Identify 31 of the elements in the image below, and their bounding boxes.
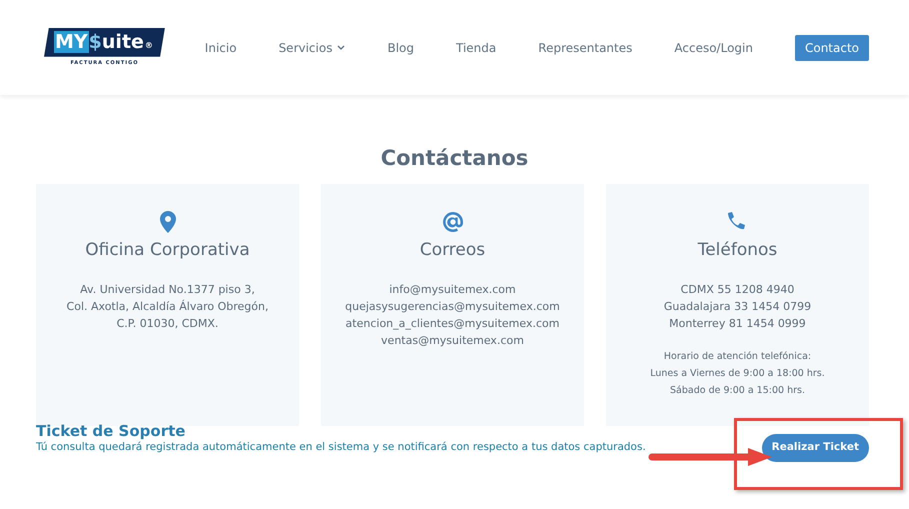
- location-pin-icon: [160, 211, 176, 234]
- contact-button[interactable]: Contacto: [794, 34, 869, 60]
- email-at-icon: [442, 211, 464, 234]
- card-text: quejasysugerencias@mysuitemex.com: [344, 299, 561, 315]
- card-text: ventas@mysuitemex.com: [380, 333, 525, 349]
- nav-link[interactable]: Acceso/Login: [674, 38, 753, 56]
- section-heading: Ticket de Soporte: [36, 420, 186, 442]
- caret-icon: [337, 44, 346, 50]
- card-note: Horario de atención telefónica:: [662, 350, 812, 364]
- page-title: Contáctanos: [380, 145, 530, 172]
- card-heading: Correos: [418, 238, 486, 262]
- create-ticket-button[interactable]: Realizar Ticket: [762, 434, 869, 462]
- nav-link[interactable]: Blog: [387, 38, 414, 56]
- logo[interactable]: MY$uite®: [44, 28, 165, 57]
- card-text: Monterrey 81 1454 0999: [668, 316, 807, 332]
- nav-link[interactable]: Inicio: [204, 38, 237, 56]
- card-text: atencion_a_clientes@mysuitemex.com: [344, 316, 560, 332]
- card-text: info@mysuitemex.com: [388, 282, 517, 298]
- nav-link[interactable]: Tienda: [456, 38, 496, 56]
- nav-link[interactable]: Representantes: [538, 38, 632, 56]
- card-text: CDMX 55 1208 4940: [680, 282, 796, 298]
- card-text: Guadalajara 33 1454 0799: [662, 299, 812, 315]
- card-note: Sábado de 9:00 a 15:00 hrs.: [669, 384, 806, 398]
- card-text: Av. Universidad No.1377 piso 3,: [79, 282, 256, 298]
- card-note: Lunes a Viernes de 9:00 a 18:00 hrs.: [649, 367, 826, 381]
- card-heading: Oficina Corporativa: [84, 238, 251, 262]
- card-heading: Teléfonos: [696, 238, 778, 262]
- section-text: Tú consulta quedará registrada automáticamente en el sistema y se notificará con respecto a tus datos capturados.: [36, 440, 646, 455]
- nav-link[interactable]: Servicios: [278, 38, 346, 56]
- card-text: Col. Axotla, Alcaldía Álvaro Obregón,: [66, 298, 270, 315]
- card-text: C.P. 01030, CDMX.: [116, 316, 220, 332]
